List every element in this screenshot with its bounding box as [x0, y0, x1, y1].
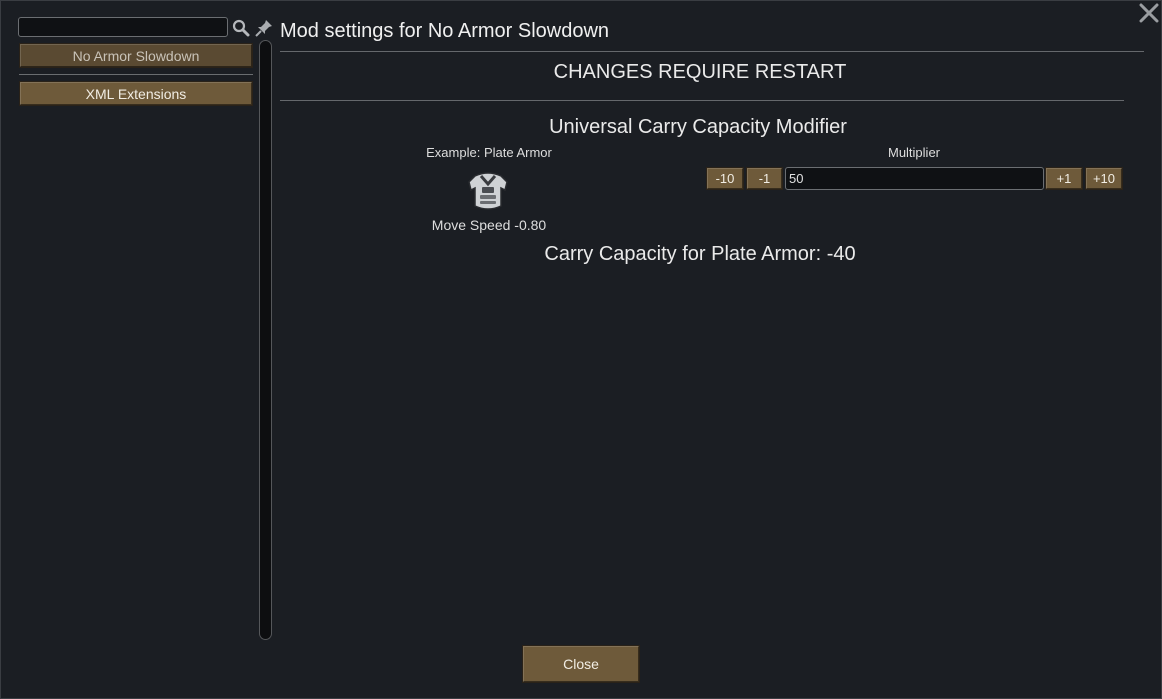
restart-notice: CHANGES REQUIRE RESTART: [553, 61, 847, 83]
sidebar-scrollbar[interactable]: [259, 40, 272, 640]
multiplier-label: Multiplier: [887, 145, 940, 160]
sidebar-divider: [19, 74, 253, 75]
close-icon[interactable]: [1138, 2, 1160, 24]
section-title: Universal Carry Capacity Modifier: [549, 116, 847, 138]
title-divider: [280, 51, 1144, 52]
pin-icon[interactable]: [254, 18, 274, 38]
sidebar-item-xml-extensions[interactable]: XML Extensions: [19, 81, 253, 106]
page-title: Mod settings for No Armor Slowdown: [280, 20, 610, 42]
plus-1-button[interactable]: +1: [1045, 167, 1083, 190]
move-speed-stat: Move Speed -0.80: [431, 217, 547, 233]
multiplier-input[interactable]: [785, 167, 1044, 190]
minus-10-button[interactable]: -10: [706, 167, 744, 190]
plate-armor-icon: [465, 168, 511, 214]
close-button[interactable]: Close: [522, 645, 640, 683]
plus-10-button[interactable]: +10: [1085, 167, 1123, 190]
minus-1-button[interactable]: -1: [746, 167, 783, 190]
search-icon[interactable]: [232, 19, 250, 37]
sidebar-item-no-armor-slowdown[interactable]: No Armor Slowdown: [19, 43, 253, 68]
search-input[interactable]: [18, 17, 228, 37]
example-label: Example: Plate Armor: [426, 145, 552, 160]
section-divider: [280, 100, 1124, 101]
carry-capacity-result: Carry Capacity for Plate Armor: -40: [544, 243, 856, 265]
